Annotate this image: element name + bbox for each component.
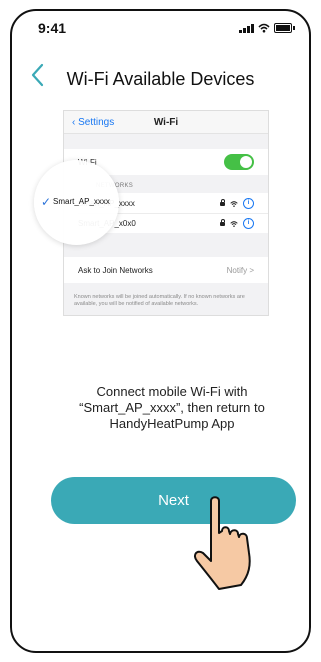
nav-bar: Wi-Fi Available Devices bbox=[12, 59, 309, 95]
pointing-hand-icon bbox=[193, 496, 251, 590]
network-icons: i bbox=[220, 198, 254, 209]
page-title: Wi-Fi Available Devices bbox=[66, 69, 255, 89]
info-icon: i bbox=[243, 198, 254, 209]
status-icons bbox=[239, 23, 295, 33]
phone-frame: 9:41 Wi-Fi Available Devices ‹ Settings … bbox=[10, 9, 311, 653]
notify-value: Notify > bbox=[226, 266, 254, 275]
status-bar: 9:41 bbox=[12, 11, 309, 45]
signal-icon bbox=[239, 23, 254, 33]
network-icons: i bbox=[220, 218, 254, 229]
lock-icon bbox=[220, 198, 225, 206]
status-time: 9:41 bbox=[38, 20, 67, 36]
magnified-network-label: Smart_AP_xxxx bbox=[53, 197, 110, 206]
ask-join-label: Ask to Join Networks bbox=[78, 266, 153, 275]
settings-footnote: Known networks will be joined automatica… bbox=[74, 294, 245, 307]
settings-header: ‹ Settings Wi-Fi bbox=[64, 111, 268, 134]
wifi-icon bbox=[258, 23, 270, 33]
battery-tip bbox=[293, 26, 295, 30]
magnifier-bubble: ✓ Smart_AP_xxxx bbox=[34, 160, 119, 245]
battery-icon bbox=[274, 23, 292, 33]
checkmark-icon: ✓ bbox=[41, 195, 52, 209]
wifi-toggle bbox=[224, 154, 254, 170]
info-icon: i bbox=[243, 218, 254, 229]
ask-join-row: Ask to Join Networks Notify > bbox=[64, 257, 268, 283]
wifi-icon bbox=[230, 200, 238, 207]
settings-title: Wi-Fi bbox=[153, 117, 179, 128]
wifi-icon bbox=[230, 220, 238, 227]
lock-icon bbox=[220, 218, 225, 226]
instruction-text: Connect mobile Wi-Fi with “Smart_AP_xxxx… bbox=[79, 384, 265, 431]
